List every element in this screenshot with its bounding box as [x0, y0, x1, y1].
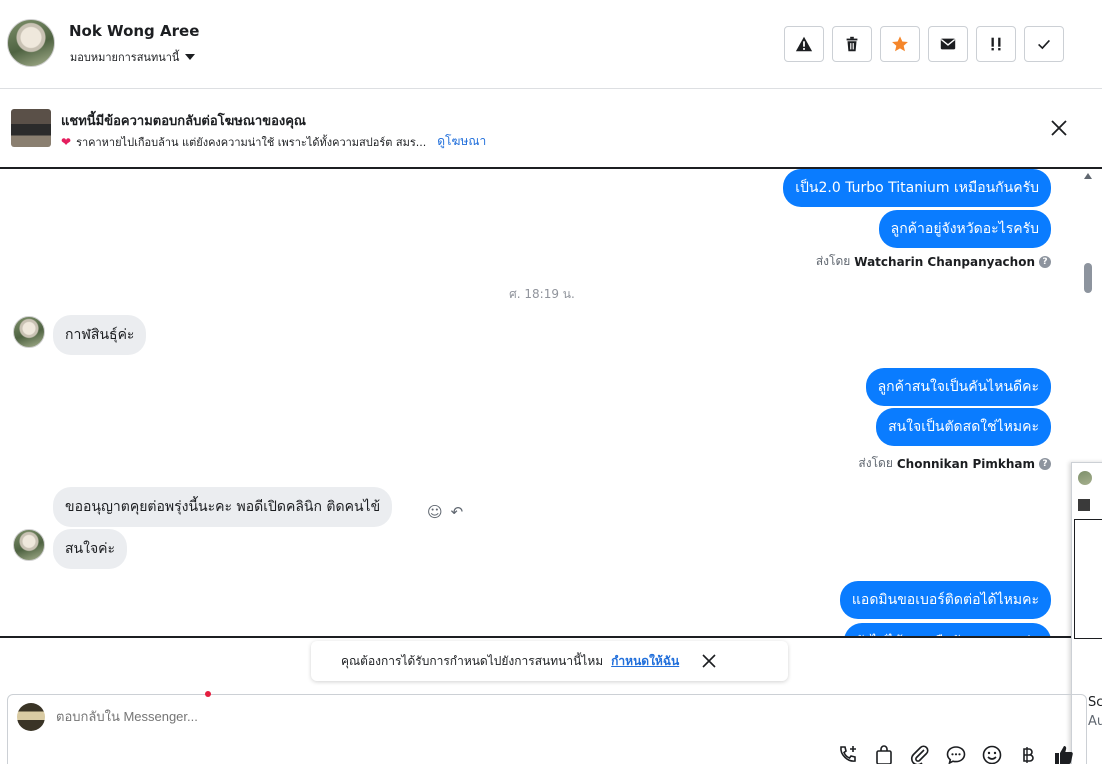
help-icon[interactable]: ?	[1039, 457, 1051, 470]
incoming-message[interactable]: สนใจค่ะ	[53, 529, 128, 569]
delete-button[interactable]	[832, 26, 872, 62]
contact-avatar[interactable]	[7, 19, 55, 67]
outgoing-message[interactable]: ลูกค้าสนใจเป็นคันไหนดีคะ	[865, 368, 1051, 406]
side-panel-text: Au	[1088, 714, 1102, 729]
message-timestamp: ศ. 18:19 น.	[509, 287, 575, 301]
trash-icon	[846, 36, 858, 52]
sender-name: Chonnikan Pimkham	[896, 456, 1035, 471]
sent-by-prefix: ส่งโดย	[815, 254, 851, 268]
outgoing-message[interactable]: แอดมินขอเบอร์ติดต่อได้ไหมคะ	[839, 581, 1051, 619]
message-composer	[7, 691, 1087, 764]
help-icon[interactable]: ?	[1039, 255, 1051, 268]
mark-unread-button[interactable]	[928, 26, 968, 62]
sent-by-prefix: ส่งโดย	[858, 456, 893, 470]
saved-reply-icon[interactable]	[944, 743, 968, 764]
message-actions: ☺ ↶	[427, 503, 463, 521]
reply-icon[interactable]: ↶	[451, 503, 464, 521]
conversation-header: Nok Wong Aree มอบหมายการสนทนานี้	[0, 0, 1102, 89]
ad-thumbnail[interactable]	[11, 109, 51, 147]
envelope-icon	[940, 38, 956, 50]
conversation-toolbar	[784, 26, 1064, 62]
contact-avatar	[13, 316, 45, 348]
caret-down-icon	[185, 54, 196, 60]
notification-dot	[205, 691, 211, 697]
scroll-up-arrow[interactable]	[1084, 173, 1092, 179]
preview-box	[1074, 519, 1102, 639]
heart-icon: ❤	[61, 134, 72, 149]
outgoing-message[interactable]: ลูกค้าอยู่จังหวัดอะไรครับ	[878, 210, 1051, 248]
baht-payment-icon[interactable]	[1016, 743, 1040, 764]
star-button[interactable]	[880, 26, 920, 62]
star-icon	[892, 36, 908, 52]
assign-to-me-link[interactable]: กำหนดให้ฉัน	[611, 652, 679, 671]
paperclip-icon[interactable]	[908, 743, 932, 764]
mark-done-button[interactable]	[1024, 26, 1064, 62]
assignment-prompt-text: คุณต้องการได้รับการกำหนดไปยังการสนทนานี้…	[341, 653, 604, 668]
outgoing-message[interactable]: สนใจเป็นตัดสดใช่ไหมคะ	[876, 408, 1051, 446]
scroll-thumb[interactable]	[1084, 263, 1092, 293]
phone-add-icon[interactable]	[836, 743, 860, 764]
double-exclamation-icon	[991, 37, 1001, 51]
page-avatar	[17, 703, 45, 731]
shopping-bag-icon[interactable]	[872, 743, 896, 764]
side-panel-text: Sc	[1088, 695, 1102, 710]
emoji-reaction-icon[interactable]: ☺	[427, 503, 443, 521]
sender-name: Watcharin Chanpanyachon	[854, 254, 1035, 269]
composer-toolbar	[836, 743, 1076, 764]
sent-by-label: ส่งโดย Chonnikan Pimkham ?	[858, 454, 1051, 473]
thumbs-up-icon[interactable]	[1052, 743, 1076, 764]
checkmark-icon	[1038, 39, 1050, 50]
follow-up-button[interactable]	[976, 26, 1016, 62]
ad-reply-banner: แชทนี้มีข้อความตอบกลับต่อโฆษณาของคุณ ❤ ร…	[0, 89, 1102, 169]
outgoing-message[interactable]: ยังไม่ได้จองหรือยังคะ ทราบต่อ	[843, 623, 1051, 636]
sent-by-label: ส่งโดย Watcharin Chanpanyachon ?	[816, 252, 1051, 271]
incoming-message[interactable]: กาฬสินธุ์ค่ะ	[53, 315, 147, 355]
message-thread[interactable]: เป็น2.0 Turbo Titanium เหมือนกันครับ ลูก…	[0, 169, 1102, 638]
ad-banner-subtitle: ❤ ราคาหายไปเกือบล้าน แต่ยังคงความน่าใช้ …	[61, 132, 486, 151]
outgoing-message[interactable]: เป็น2.0 Turbo Titanium เหมือนกันครับ	[783, 169, 1051, 207]
reply-input[interactable]	[56, 709, 756, 724]
ad-banner-title: แชทนี้มีข้อความตอบกลับต่อโฆษณาของคุณ	[61, 114, 306, 129]
contact-avatar	[13, 529, 45, 561]
incoming-message[interactable]: ขออนุญาตคุยต่อพรุ่งนี้นะคะ พอดีเปิดคลินิ…	[53, 487, 393, 527]
contact-avatar	[1078, 471, 1092, 485]
emoji-icon[interactable]	[980, 743, 1004, 764]
view-ad-link[interactable]: ดูโฆษณา	[437, 132, 486, 151]
assign-label: มอบหมายการสนทนานี้	[70, 51, 180, 64]
ad-description: ราคาหายไปเกือบล้าน แต่ยังคงความน่าใช้ เพ…	[76, 135, 427, 149]
close-icon[interactable]	[701, 653, 717, 669]
assign-dropdown[interactable]: มอบหมายการสนทนานี้	[70, 48, 196, 66]
conversation-window: Nok Wong Aree มอบหมายการสนทนานี้ แชทนี้ม…	[0, 0, 1102, 764]
warning-icon	[795, 36, 813, 52]
report-spam-button[interactable]	[784, 26, 824, 62]
assignment-prompt: คุณต้องการได้รับการกำหนดไปยังการสนทนานี้…	[311, 641, 788, 681]
close-icon[interactable]	[1050, 119, 1068, 137]
ad-thumbnail	[1078, 499, 1090, 511]
contact-name[interactable]: Nok Wong Aree	[69, 22, 199, 40]
